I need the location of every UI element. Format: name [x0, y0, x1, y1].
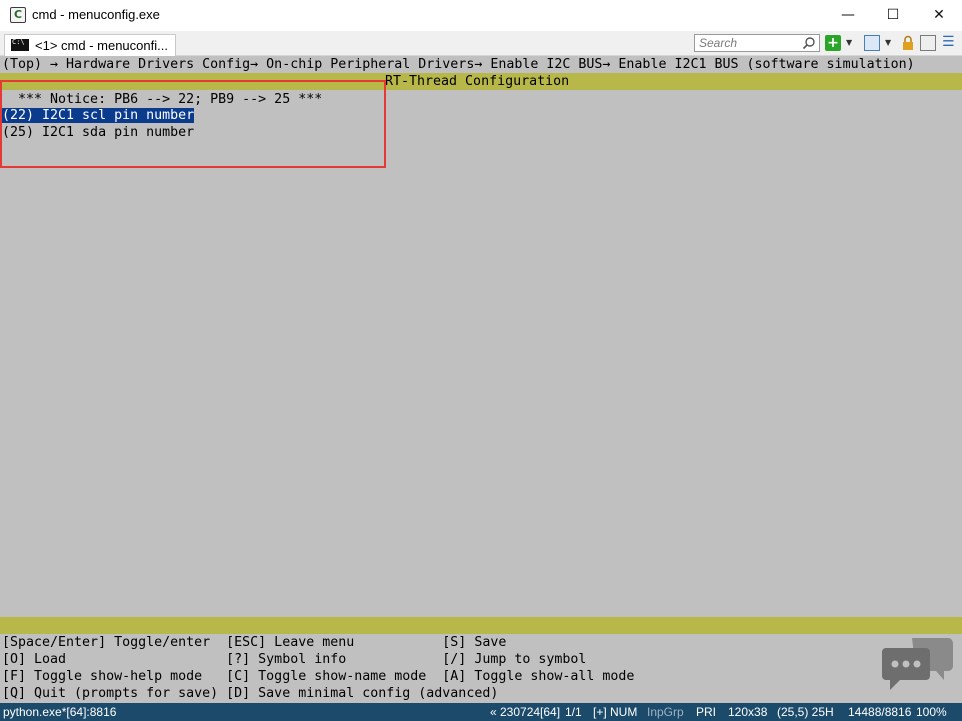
status-cursor: (25,5) 25H	[777, 705, 834, 719]
annotation-highlight-box	[0, 80, 386, 168]
status-process[interactable]: python.exe*[64]:8816	[3, 703, 116, 721]
close-button[interactable]: ✕	[916, 0, 962, 31]
footer-band	[0, 617, 962, 634]
status-build: « 230724[64]	[490, 705, 561, 719]
layout-dropdown-icon[interactable]: ▼	[885, 35, 894, 51]
status-bar: python.exe*[64]:8816 « 230724[64] 1/1 [+…	[0, 703, 962, 721]
status-size: 120x38	[728, 705, 768, 719]
panel-view-icon[interactable]	[920, 35, 936, 51]
help-line: [Space/Enter] Toggle/enter [ESC] Leave m…	[2, 635, 507, 650]
help-line: [Q] Quit (prompts for save) [D] Save min…	[2, 686, 499, 701]
tab-label: <1> cmd - menuconfi...	[35, 38, 168, 53]
search-input[interactable]: Search	[694, 34, 820, 52]
new-console-dropdown-icon[interactable]: ▼	[846, 35, 855, 51]
minimize-button[interactable]: —	[825, 0, 871, 31]
maximize-button[interactable]: ☐	[870, 0, 916, 31]
terminal-area[interactable]: (Top) → Hardware Drivers Config→ On-chip…	[0, 56, 962, 703]
status-input-group[interactable]: InpGrp	[647, 703, 684, 721]
window-title: cmd - menuconfig.exe	[32, 7, 160, 22]
status-memory: 14488/8816	[848, 705, 912, 719]
search-icon[interactable]	[802, 36, 816, 50]
status-priority: PRI	[696, 705, 717, 719]
new-console-plus-icon[interactable]: +	[825, 35, 841, 51]
menu-breadcrumb: (Top) → Hardware Drivers Config→ On-chip…	[2, 57, 915, 72]
chat-bubble-icon	[882, 638, 953, 690]
status-page: 1/1	[565, 705, 582, 719]
status-num-mode[interactable]: [+] NUM	[593, 703, 637, 721]
config-title: RT-Thread Configuration	[385, 74, 570, 89]
help-line: [F] Toggle show-help mode [C] Toggle sho…	[2, 669, 635, 684]
hamburger-menu-icon[interactable]: ☰	[942, 35, 958, 51]
lock-icon[interactable]	[900, 35, 916, 51]
tab-cmd-menuconfig[interactable]: C:\ <1> cmd - menuconfi...	[4, 34, 176, 56]
status-zoom[interactable]: 100%	[916, 703, 947, 721]
conemu-app-icon[interactable]: C	[10, 7, 26, 23]
title-bar: C cmd - menuconfig.exe — ☐ ✕	[0, 0, 962, 31]
window-layout-icon[interactable]	[864, 35, 880, 51]
help-line: [O] Load [?] Symbol info [/] Jump to sym…	[2, 652, 587, 667]
search-placeholder: Search	[699, 36, 738, 50]
console-icon: C:\	[11, 39, 29, 51]
